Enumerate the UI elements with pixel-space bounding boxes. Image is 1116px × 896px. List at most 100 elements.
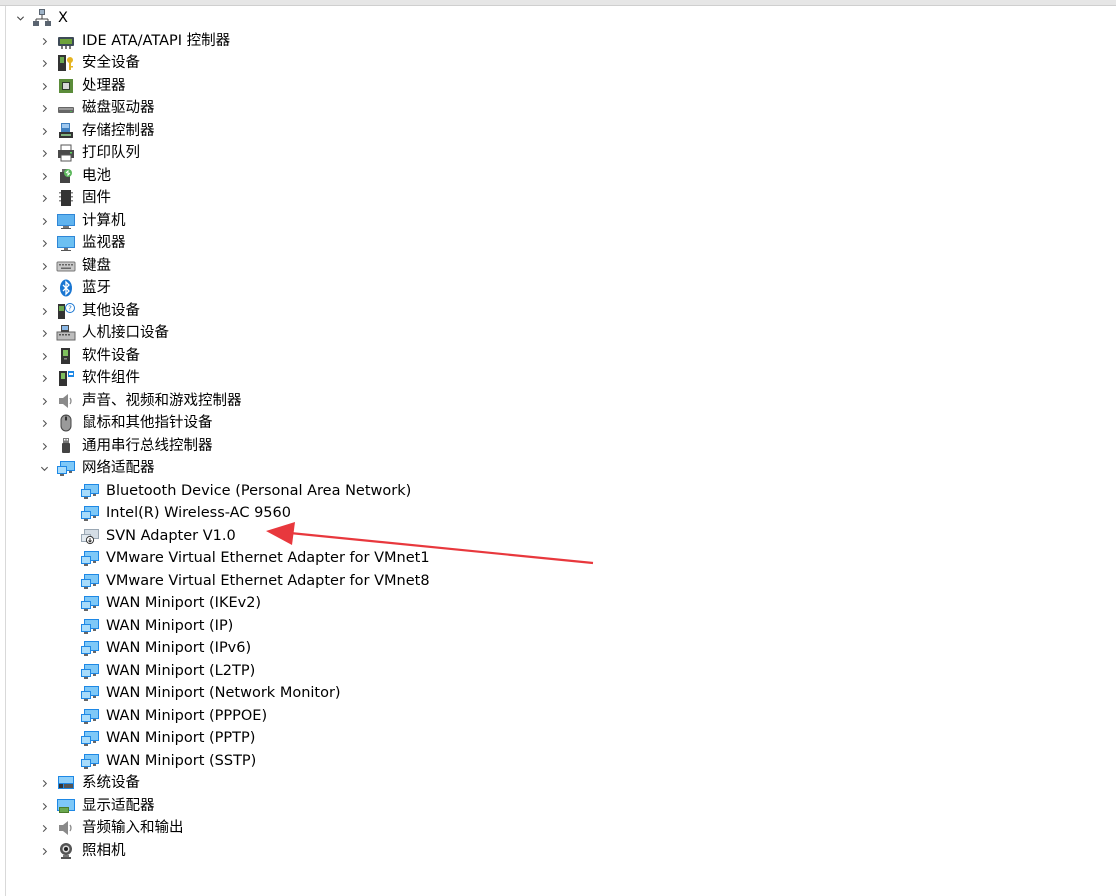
network-adapter-icon <box>80 481 100 501</box>
network-adapter-item[interactable]: WAN Miniport (L2TP) <box>80 660 255 682</box>
bluetooth-icon <box>56 278 76 298</box>
mouse-icon <box>56 413 76 433</box>
network-adapter-item[interactable]: SVN Adapter V1.0 <box>80 525 236 547</box>
chevron-down-icon[interactable] <box>14 7 26 29</box>
keyboard-icon <box>56 256 76 276</box>
tree-item-label: 人机接口设备 <box>82 325 169 341</box>
hid-icon <box>56 323 76 343</box>
chevron-right-icon[interactable] <box>38 165 50 187</box>
tree-category[interactable]: 固件 <box>38 187 111 209</box>
disk-drive-icon <box>56 98 76 118</box>
software-component-icon <box>56 368 76 388</box>
computer-network-icon <box>32 8 52 28</box>
tree-category[interactable]: 照相机 <box>38 840 126 862</box>
tree-item-label: Intel(R) Wireless-AC 9560 <box>106 505 291 521</box>
tree-category[interactable]: 声音、视频和游戏控制器 <box>38 390 242 412</box>
tree-item-label: 键盘 <box>82 258 111 274</box>
network-adapter-item[interactable]: WAN Miniport (Network Monitor) <box>80 682 341 704</box>
tree-category[interactable]: 安全设备 <box>38 52 140 74</box>
network-adapter-icon <box>56 458 76 478</box>
tree-category[interactable]: 蓝牙 <box>38 277 111 299</box>
tree-item-label: WAN Miniport (Network Monitor) <box>106 685 341 701</box>
tree-category[interactable]: 软件设备 <box>38 345 140 367</box>
network-adapter-item[interactable]: WAN Miniport (IKEv2) <box>80 592 261 614</box>
tree-category[interactable]: 处理器 <box>38 75 126 97</box>
chevron-right-icon[interactable] <box>38 277 50 299</box>
tree-category[interactable]: 打印队列 <box>38 142 140 164</box>
tree-item-label: WAN Miniport (IKEv2) <box>106 595 262 611</box>
chevron-right-icon[interactable] <box>38 142 50 164</box>
tree-category[interactable]: 计算机 <box>38 210 126 232</box>
tree-item-label: 蓝牙 <box>82 280 111 296</box>
network-adapter-item[interactable]: WAN Miniport (PPTP) <box>80 727 255 749</box>
network-adapter-icon <box>80 638 100 658</box>
tree-category[interactable]: 软件组件 <box>38 367 140 389</box>
chevron-right-icon[interactable] <box>38 772 50 794</box>
tree-category[interactable]: 鼠标和其他指针设备 <box>38 412 213 434</box>
chevron-right-icon[interactable] <box>38 52 50 74</box>
arrow-head <box>266 522 295 545</box>
disabled-network-adapter-icon <box>80 526 100 546</box>
chevron-right-icon[interactable] <box>38 390 50 412</box>
tree-category[interactable]: 网络适配器 <box>38 457 155 479</box>
tree-category[interactable]: 音频输入和输出 <box>38 817 184 839</box>
chevron-right-icon[interactable] <box>38 300 50 322</box>
network-adapter-icon <box>80 751 100 771</box>
tree-category[interactable]: 存储控制器 <box>38 120 155 142</box>
system-device-icon <box>56 773 76 793</box>
software-device-icon <box>56 346 76 366</box>
tree-item-label: 软件组件 <box>82 370 140 386</box>
tree-category[interactable]: 磁盘驱动器 <box>38 97 155 119</box>
network-adapter-item[interactable]: WAN Miniport (SSTP) <box>80 750 256 772</box>
tree-item-label: 其他设备 <box>82 303 140 319</box>
chevron-right-icon[interactable] <box>38 840 50 862</box>
chevron-right-icon[interactable] <box>38 232 50 254</box>
network-adapter-icon <box>80 683 100 703</box>
chevron-right-icon[interactable] <box>38 75 50 97</box>
tree-item-label: VMware Virtual Ethernet Adapter for VMne… <box>106 573 430 589</box>
network-adapter-item[interactable]: WAN Miniport (PPPOE) <box>80 705 267 727</box>
tree-item-label: 照相机 <box>82 843 126 859</box>
tree-root[interactable]: X <box>14 7 68 29</box>
tree-category[interactable]: 键盘 <box>38 255 111 277</box>
chevron-right-icon[interactable] <box>38 322 50 344</box>
chevron-right-icon[interactable] <box>38 367 50 389</box>
network-adapter-item[interactable]: Bluetooth Device (Personal Area Network) <box>80 480 411 502</box>
chevron-right-icon[interactable] <box>38 817 50 839</box>
chevron-right-icon[interactable] <box>38 210 50 232</box>
network-adapter-item[interactable]: VMware Virtual Ethernet Adapter for VMne… <box>80 547 430 569</box>
chevron-right-icon[interactable] <box>38 412 50 434</box>
tree-category[interactable]: 监视器 <box>38 232 126 254</box>
tree-category[interactable]: 显示适配器 <box>38 795 155 817</box>
tree-item-label: 鼠标和其他指针设备 <box>82 415 213 431</box>
tree-category[interactable]: 通用串行总线控制器 <box>38 435 213 457</box>
tree-category[interactable]: 电池 <box>38 165 111 187</box>
network-adapter-item[interactable]: Intel(R) Wireless-AC 9560 <box>80 502 291 524</box>
chevron-right-icon[interactable] <box>38 97 50 119</box>
chevron-right-icon[interactable] <box>38 255 50 277</box>
tree-category[interactable]: ? 其他设备 <box>38 300 140 322</box>
tree-item-label: 通用串行总线控制器 <box>82 438 213 454</box>
network-adapter-item[interactable]: VMware Virtual Ethernet Adapter for VMne… <box>80 570 430 592</box>
tree-item-label: WAN Miniport (SSTP) <box>106 753 257 769</box>
tree-item-label: WAN Miniport (PPTP) <box>106 730 256 746</box>
tree-item-label: 处理器 <box>82 78 126 94</box>
network-adapter-icon <box>80 548 100 568</box>
tree-category[interactable]: 人机接口设备 <box>38 322 169 344</box>
chevron-right-icon[interactable] <box>38 187 50 209</box>
tree-category[interactable]: IDE ATA/ATAPI 控制器 <box>38 30 230 52</box>
network-adapter-item[interactable]: WAN Miniport (IP) <box>80 615 233 637</box>
tree-item-label: 磁盘驱动器 <box>82 100 155 116</box>
processor-icon <box>56 76 76 96</box>
chevron-down-icon[interactable] <box>38 457 50 479</box>
tree-item-label: Bluetooth Device (Personal Area Network) <box>106 483 412 499</box>
network-adapter-item[interactable]: WAN Miniport (IPv6) <box>80 637 251 659</box>
chevron-right-icon[interactable] <box>38 120 50 142</box>
tree-item-label: WAN Miniport (PPPOE) <box>106 708 268 724</box>
audio-io-icon <box>56 818 76 838</box>
chevron-right-icon[interactable] <box>38 345 50 367</box>
chevron-right-icon[interactable] <box>38 435 50 457</box>
tree-category[interactable]: 系统设备 <box>38 772 140 794</box>
chevron-right-icon[interactable] <box>38 30 50 52</box>
chevron-right-icon[interactable] <box>38 795 50 817</box>
